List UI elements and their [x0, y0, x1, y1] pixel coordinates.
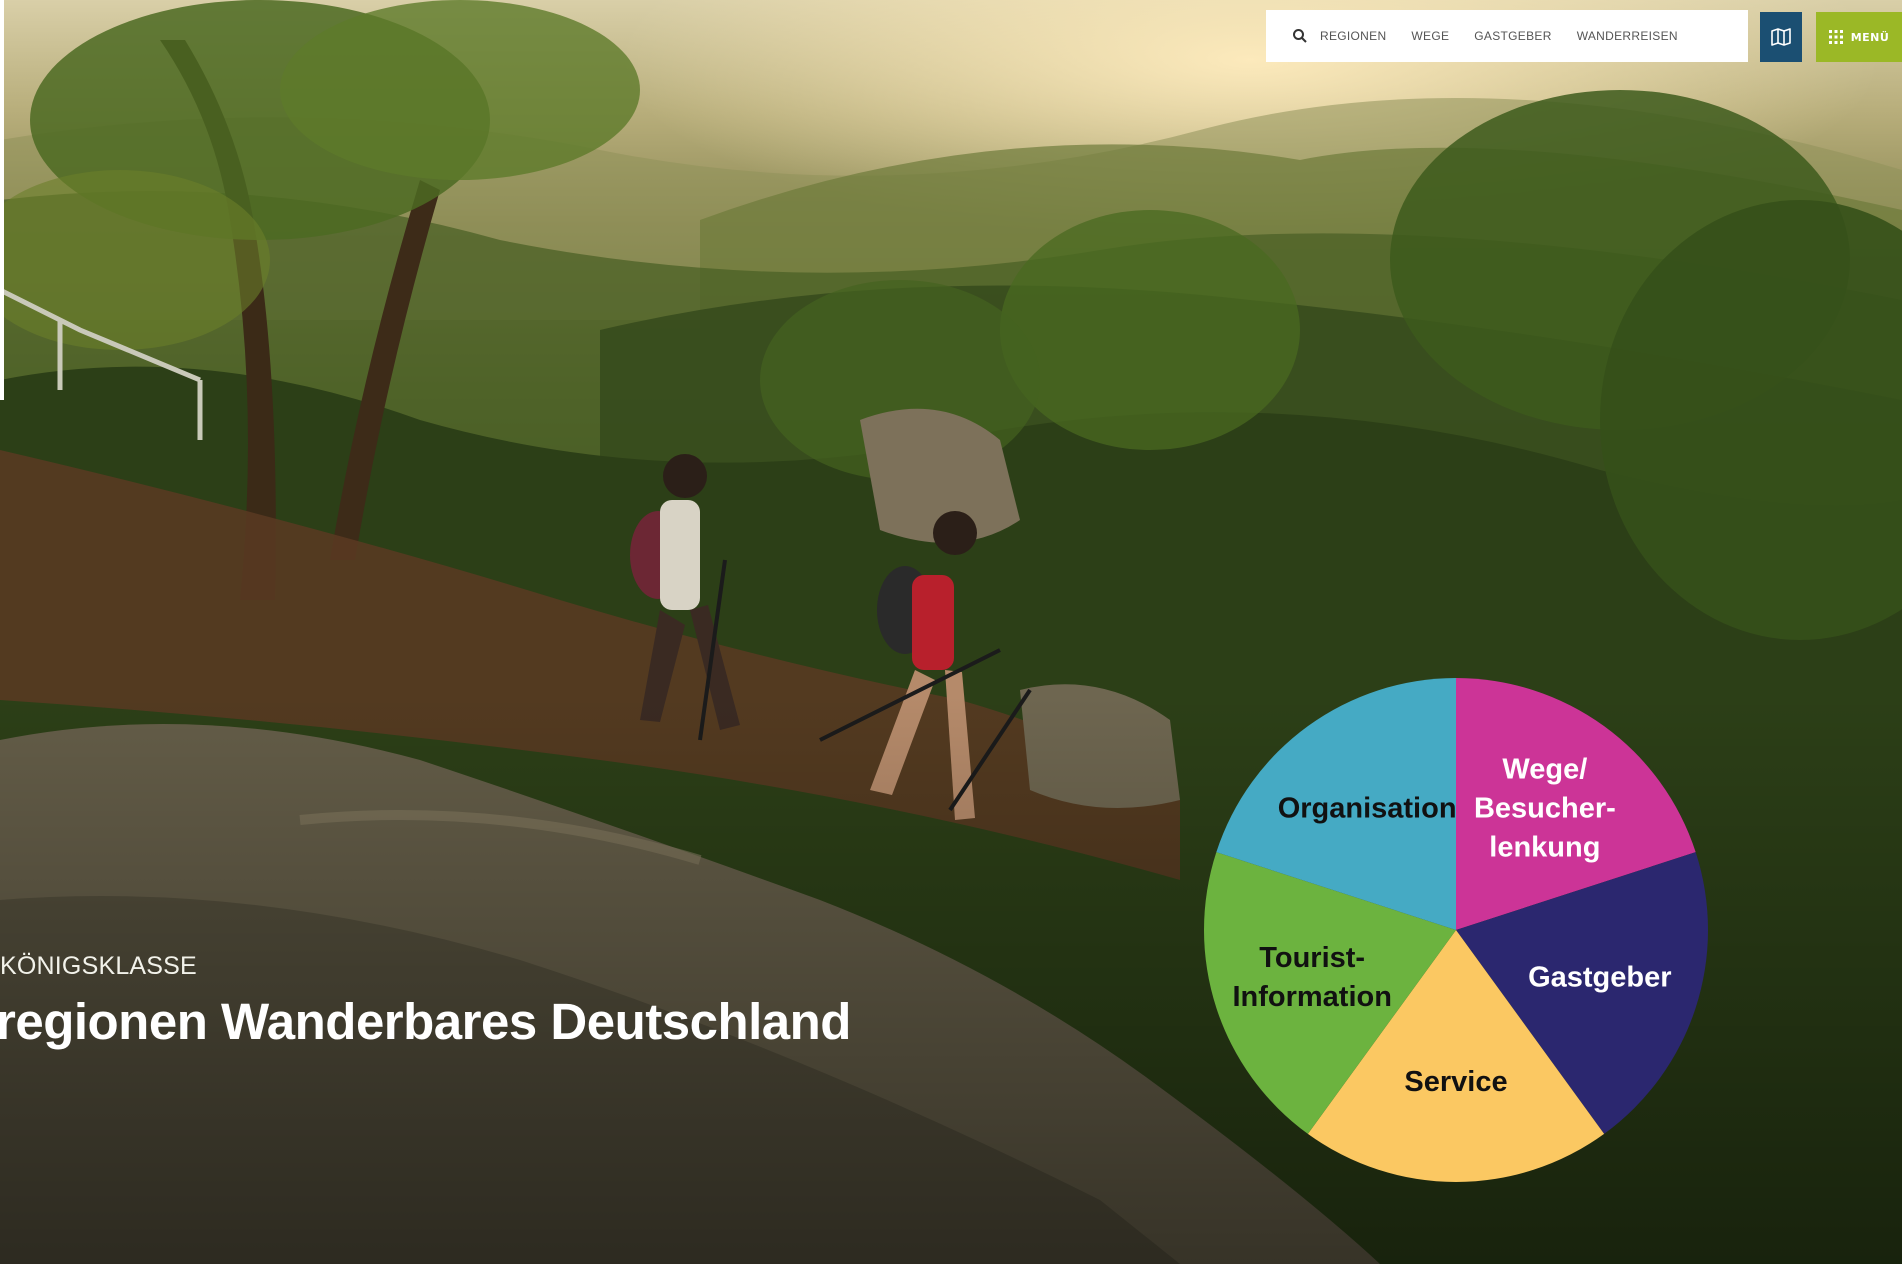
nav-link-regionen[interactable]: REGIONEN	[1320, 29, 1411, 43]
nav-link-gastgeber[interactable]: GASTGEBER	[1474, 29, 1576, 43]
hero-kicker: KÖNIGSKLASSE	[0, 952, 197, 980]
search-icon	[1293, 29, 1307, 43]
pie-label-5: Organisation	[1278, 793, 1457, 825]
search-button[interactable]	[1280, 10, 1320, 62]
nav-link-wege[interactable]: WEGE	[1411, 29, 1474, 43]
map-icon	[1771, 28, 1791, 46]
menu-label: MENÜ	[1850, 30, 1890, 44]
pie-chart: Wege/Besucher-lenkungGastgeberServiceTou…	[1204, 678, 1708, 1182]
menu-button[interactable]: MENÜ	[1816, 12, 1902, 62]
pie-label-3: Service	[1404, 1066, 1507, 1098]
grid-icon	[1828, 30, 1843, 44]
page-edge-strip	[0, 0, 4, 400]
pie-label-2: Gastgeber	[1528, 962, 1671, 994]
nav-link-wanderreisen[interactable]: WANDERREISEN	[1577, 29, 1703, 43]
map-button[interactable]	[1760, 12, 1802, 62]
hero-headline: regionen Wanderbares Deutschland	[0, 993, 851, 1050]
top-navigation: REGIONEN WEGE GASTGEBER WANDERREISEN	[1266, 10, 1748, 62]
